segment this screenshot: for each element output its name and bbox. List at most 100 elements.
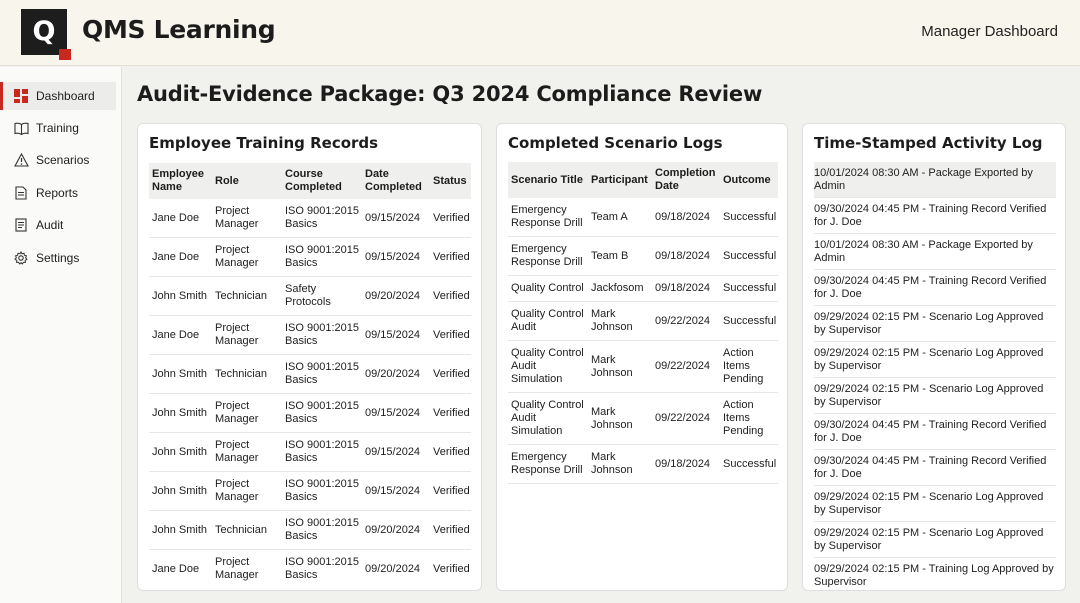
column-header[interactable]: Role [212, 163, 282, 199]
table-cell: Verified [430, 199, 471, 238]
sidebar: Dashboard Training Scenarios Reports Aud… [0, 67, 122, 603]
activity-log-item: 10/01/2024 08:30 AM - Package Exported b… [814, 234, 1056, 270]
scenario-table-body: Emergency Response Drill Team A 09/18/2024… [508, 198, 778, 484]
activity-log-item: 09/29/2024 02:15 PM - Scenario Log Appro… [814, 522, 1056, 558]
sidebar-item-dashboard[interactable]: Dashboard [0, 82, 116, 110]
table-cell: 09/18/2024 [652, 275, 720, 302]
table-row[interactable]: Quality Control Jackfosom 09/18/2024 Succes… [508, 275, 778, 302]
table-cell: Technician [212, 510, 282, 550]
table-cell: Successful [720, 275, 778, 302]
table-row[interactable]: John Smith Project Manager ISO 9001:2015 B… [149, 432, 471, 472]
warning-icon [13, 152, 29, 168]
table-row[interactable]: John Smith Technician ISO 9001:2015 Basics… [149, 354, 471, 394]
table-cell: 09/22/2024 [652, 392, 720, 445]
table-cell: Project Manager [212, 237, 282, 277]
table-cell: Mark Johnson [588, 444, 652, 484]
table-cell: ISO 9001:2015 Basics [282, 393, 362, 433]
table-cell: 09/22/2024 [652, 301, 720, 341]
table-header-row: Scenario Title Participant Completion Da… [508, 162, 778, 198]
table-row[interactable]: John Smith Technician ISO 9001:2015 Basics… [149, 510, 471, 550]
table-cell: Project Manager [212, 549, 282, 583]
table-cell: Verified [430, 237, 471, 277]
table-row[interactable]: Jane Doe Project Manager ISO 9001:2015 Bas… [149, 315, 471, 355]
table-row[interactable]: John Smith Project Manager ISO 9001:2015 B… [149, 471, 471, 511]
sidebar-item-scenarios[interactable]: Scenarios [0, 146, 116, 174]
table-cell: Quality Control Audit Simulation [508, 340, 588, 393]
activity-log-item: 09/30/2024 04:45 PM - Training Record Ve… [814, 450, 1056, 486]
table-cell: 09/20/2024 [362, 354, 430, 394]
column-header[interactable]: Date Completed [362, 163, 430, 199]
table-cell: Successful [720, 198, 778, 237]
table-cell: Mark Johnson [588, 340, 652, 393]
column-header[interactable]: Participant [588, 162, 652, 198]
table-cell: Project Manager [212, 393, 282, 433]
table-cell: Emergency Response Drill [508, 236, 588, 276]
column-header[interactable]: Scenario Title [508, 162, 588, 198]
table-cell: John Smith [149, 393, 212, 433]
training-table-wrap[interactable]: Employee Name Role Course Completed Date… [149, 163, 471, 583]
manager-dashboard-link[interactable]: Manager Dashboard [921, 23, 1058, 40]
table-cell: 09/15/2024 [362, 315, 430, 355]
table-cell: 09/15/2024 [362, 471, 430, 511]
table-cell: Team A [588, 198, 652, 237]
sidebar-item-settings[interactable]: Settings [0, 244, 116, 272]
table-row[interactable]: Quality Control Audit Mark Johnson 09/22/2… [508, 301, 778, 341]
sidebar-item-label: Audit [36, 218, 64, 232]
table-cell: Jackfosom [588, 275, 652, 302]
table-cell: Quality Control Audit [508, 301, 588, 341]
card-title: Completed Scenario Logs [508, 134, 723, 152]
table-cell: 09/15/2024 [362, 237, 430, 277]
scenario-table-wrap[interactable]: Scenario Title Participant Completion Da… [508, 162, 778, 582]
table-cell: Safety Protocols [282, 276, 362, 316]
table-cell: Technician [212, 276, 282, 316]
table-cell: Verified [430, 471, 471, 511]
table-cell: ISO 9001:2015 Basics [282, 510, 362, 550]
table-row[interactable]: Quality Control Audit Simulation Mark Joh… [508, 392, 778, 445]
table-cell: John Smith [149, 510, 212, 550]
app-logo[interactable]: Q [21, 9, 71, 60]
activity-log-item: 09/29/2024 02:15 PM - Scenario Log Appro… [814, 342, 1056, 378]
activity-log-list[interactable]: 10/01/2024 08:30 AM - Package Exported b… [814, 162, 1056, 587]
column-header[interactable]: Course Completed [282, 163, 362, 199]
table-cell: John Smith [149, 432, 212, 472]
column-header[interactable]: Completion Date [652, 162, 720, 198]
table-cell: Verified [430, 393, 471, 433]
clipboard-icon [13, 217, 29, 233]
table-cell: 09/18/2024 [652, 444, 720, 484]
activity-log-item: 10/01/2024 08:30 AM - Package Exported b… [814, 162, 1056, 198]
table-row[interactable]: Emergency Response Drill Mark Johnson 09/1… [508, 444, 778, 484]
activity-log-item: 09/29/2024 02:15 PM - Training Log Appro… [814, 558, 1056, 587]
table-cell: Team B [588, 236, 652, 276]
logo-accent [59, 49, 71, 60]
column-header[interactable]: Outcome [720, 162, 778, 198]
card-title: Employee Training Records [149, 134, 379, 152]
table-row[interactable]: Jane Doe Project Manager ISO 9001:2015 Bas… [149, 237, 471, 277]
sidebar-item-reports[interactable]: Reports [0, 179, 116, 207]
book-icon [13, 120, 29, 136]
table-cell: ISO 9001:2015 Basics [282, 432, 362, 472]
column-header[interactable]: Employee Name [149, 163, 212, 199]
sidebar-item-training[interactable]: Training [0, 114, 116, 142]
table-cell: Quality Control [508, 275, 588, 302]
table-cell: Successful [720, 301, 778, 341]
table-cell: Jane Doe [149, 199, 212, 238]
table-cell: Project Manager [212, 199, 282, 238]
app-title: QMS Learning [82, 15, 276, 44]
table-row[interactable]: Emergency Response Drill Team A 09/18/2024… [508, 198, 778, 237]
table-cell: 09/20/2024 [362, 510, 430, 550]
scenario-logs-card: Completed Scenario Logs Scenario Title P… [496, 123, 788, 591]
table-row[interactable]: John Smith Project Manager ISO 9001:2015 B… [149, 393, 471, 433]
table-row[interactable]: John Smith Technician Safety Protocols 09/2… [149, 276, 471, 316]
table-row[interactable]: Quality Control Audit Simulation Mark Joh… [508, 340, 778, 393]
table-row[interactable]: Emergency Response Drill Team B 09/18/2024… [508, 236, 778, 276]
table-row[interactable]: Jane Doe Project Manager ISO 9001:2015 Bas… [149, 549, 471, 583]
sidebar-item-label: Scenarios [36, 153, 90, 167]
column-header[interactable]: Status [430, 163, 471, 199]
table-cell: ISO 9001:2015 Basics [282, 354, 362, 394]
table-header-row: Employee Name Role Course Completed Date… [149, 163, 471, 199]
sidebar-item-audit[interactable]: Audit [0, 211, 116, 239]
table-cell: 09/15/2024 [362, 432, 430, 472]
table-cell: ISO 9001:2015 Basics [282, 549, 362, 583]
table-row[interactable]: Jane Doe Project Manager ISO 9001:2015 Bas… [149, 199, 471, 238]
document-icon [13, 185, 29, 201]
